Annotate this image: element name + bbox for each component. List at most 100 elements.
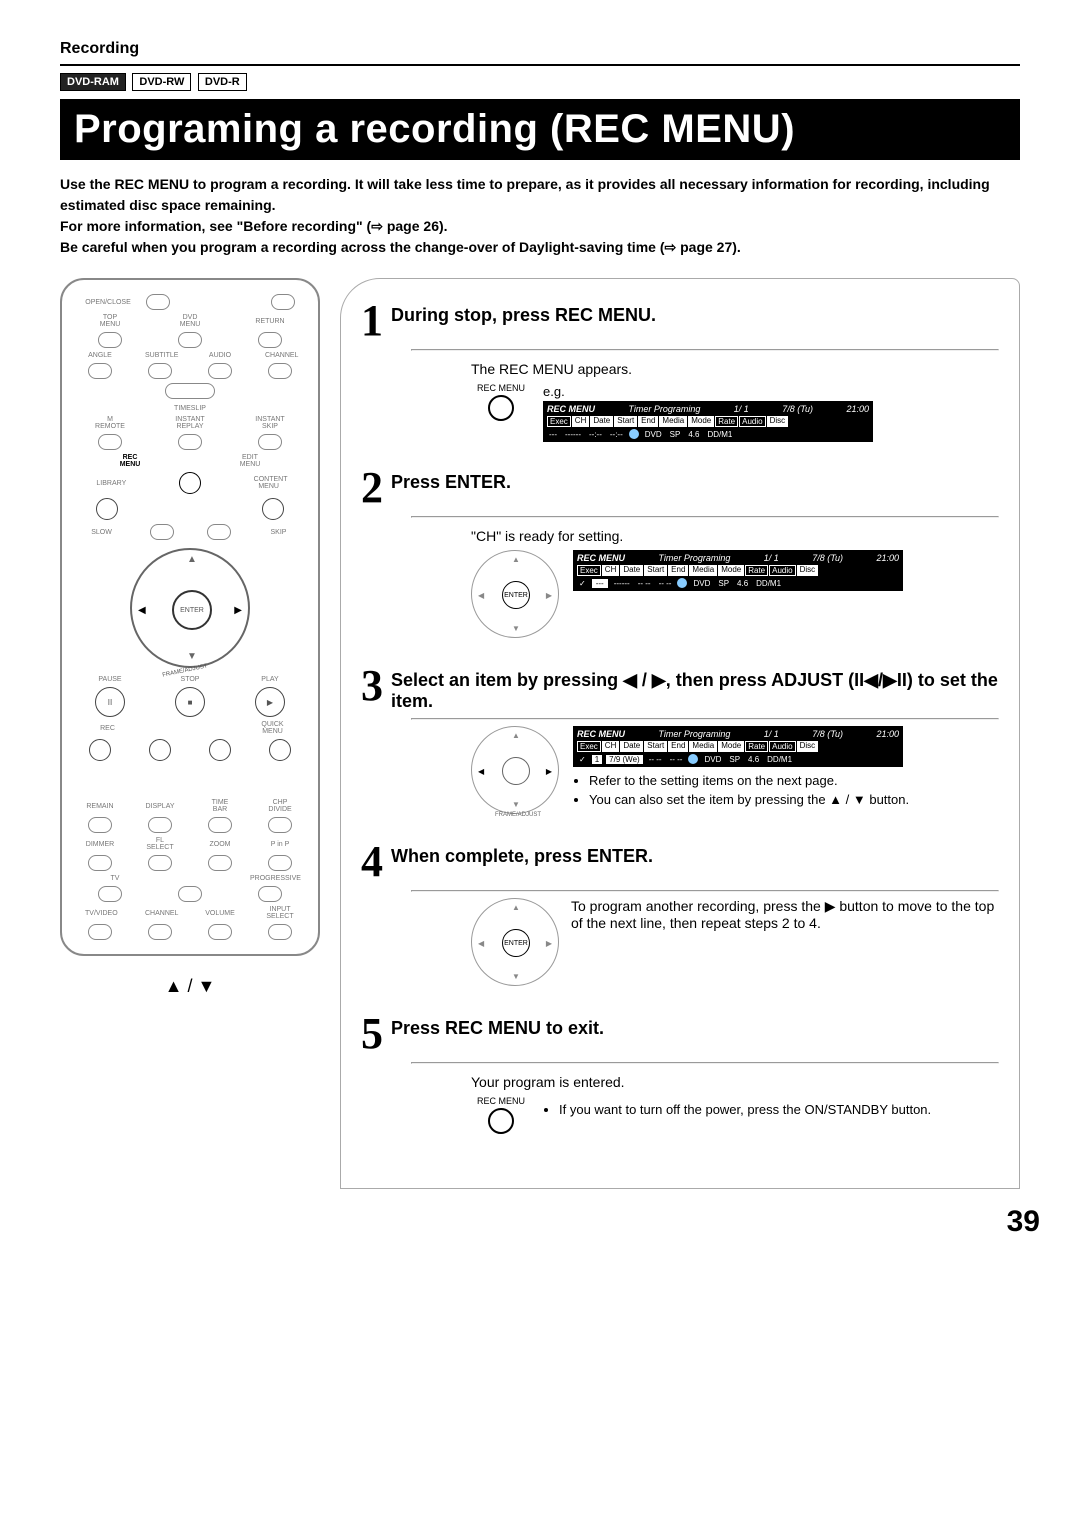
dpad-down-icon: ▼ [512, 800, 520, 809]
remote-label: CHANNEL [265, 352, 295, 359]
col: End [638, 416, 658, 427]
remote-btn [208, 855, 232, 871]
rec-menu-display: REC MENU Timer Programing 1/ 1 7/8 (Tu) … [573, 726, 903, 767]
rmd-date: 7/8 (Tu) [782, 404, 813, 414]
rec-menu-display: REC MENU Timer Programing 1/ 1 7/8 (Tu) … [543, 401, 873, 442]
disc-icon [677, 578, 687, 588]
remote-label: STOP [175, 676, 205, 683]
remote-label: REC [93, 725, 123, 732]
rmd-time: 21:00 [876, 729, 899, 739]
remote-diagram: OPEN/CLOSE TOP MENUDVD MENURETURN ANGLES… [60, 278, 320, 956]
badge-dvdrw: DVD-RW [132, 73, 191, 91]
intro-line1: Use the REC MENU to program a recording.… [60, 176, 990, 213]
rec-menu-button-icon: REC MENU [471, 1096, 531, 1134]
remote-btn [208, 924, 232, 940]
remote-btn [208, 817, 232, 833]
remote-label: TV [100, 875, 130, 882]
cell: ✓ [577, 755, 588, 764]
remote-label: PAUSE [95, 676, 125, 683]
col: CH [602, 565, 620, 576]
step-title: Press ENTER. [391, 472, 511, 493]
col: Audio [769, 741, 795, 752]
remote-label: OPEN/CLOSE [85, 299, 115, 306]
remote-label: ZOOM [205, 841, 235, 848]
col: Disc [767, 416, 789, 427]
rmd-logo: REC MENU [547, 404, 595, 414]
cell: -- -- [636, 579, 653, 588]
remote-btn-play: ▶ [255, 687, 285, 717]
dpad-up-icon: ▲ [512, 903, 520, 912]
remote-label: DIMMER [85, 841, 115, 848]
remote-label: P in P [265, 841, 295, 848]
cell: -- -- [668, 755, 685, 764]
step-title: Select an item by pressing ◀ / ▶, then p… [391, 670, 999, 712]
col: CH [572, 416, 590, 427]
bullet: If you want to turn off the power, press… [559, 1102, 931, 1117]
remote-label: SUBTITLE [145, 352, 175, 359]
section-label: Recording [60, 40, 1020, 58]
dpad-right-icon: ▶ [234, 605, 242, 616]
remote-label: LIBRARY [96, 480, 126, 487]
cell: --:-- [587, 430, 604, 439]
intro-line3b: page 27). [676, 239, 741, 255]
remote-btn [178, 332, 202, 348]
rmd-date: 7/8 (Tu) [812, 553, 843, 563]
cell: DD/M1 [705, 430, 734, 439]
remote-btn [268, 817, 292, 833]
cell: ✓ [577, 579, 588, 588]
cell-highlight: 1 [592, 755, 602, 764]
col: Rate [745, 565, 768, 576]
dpad-up-icon: ▲ [187, 554, 197, 565]
remote-btn [88, 924, 112, 940]
cell: DD/M1 [754, 579, 783, 588]
col: Date [590, 416, 613, 427]
remote-btn [268, 363, 292, 379]
remote-btn [96, 498, 118, 520]
rmd-logo: REC MENU [577, 729, 625, 739]
disc-icon [629, 429, 639, 439]
dpad-left-icon: ◀ [478, 767, 484, 776]
dpad-right-icon: ▶ [546, 591, 552, 600]
disc-icon [688, 754, 698, 764]
step-number: 3 [361, 664, 383, 708]
remote-label: REMAIN [85, 803, 115, 810]
col: Media [689, 565, 717, 576]
remote-btn [148, 817, 172, 833]
page-number: 39 [1007, 1205, 1040, 1239]
remote-btn [98, 332, 122, 348]
dpad-down-icon: ▼ [512, 624, 520, 633]
dpad-left-icon: ◀ [138, 605, 146, 616]
remote-label: SKIP [264, 529, 294, 536]
col: Exec [547, 416, 571, 427]
remote-btn [148, 855, 172, 871]
cell: SP [727, 755, 742, 764]
remote-btn [98, 886, 122, 902]
remote-btn [89, 739, 111, 761]
col: Rate [715, 416, 738, 427]
remote-btn [146, 294, 170, 310]
col: Start [644, 565, 667, 576]
rmd-logo: REC MENU [577, 553, 625, 563]
step5-bullets: If you want to turn off the power, press… [543, 1102, 931, 1121]
remote-label: QUICK MENU [258, 721, 288, 735]
remote-btn [178, 886, 202, 902]
adjust-label: FRAME/ADJUST [495, 812, 541, 818]
col: Start [614, 416, 637, 427]
remote-label: INPUT SELECT [265, 906, 295, 920]
remote-btn [268, 924, 292, 940]
remote-btn [208, 363, 232, 379]
rmd-heading: Timer Programing [628, 404, 700, 414]
step-number: 1 [361, 299, 383, 343]
step-number: 5 [361, 1012, 383, 1056]
col: Disc [797, 741, 819, 752]
step-5: 5 Press REC MENU to exit. Your program i… [361, 1012, 999, 1134]
remote-btn-recmenu-highlight [179, 472, 201, 494]
remote-label-recmenu: REC MENU [115, 454, 145, 468]
step-1: 1 During stop, press REC MENU. The REC M… [361, 299, 999, 442]
col: Date [620, 565, 643, 576]
dpad-icon: ▲ ▼ ◀ ▶ FRAME/ADJUST [471, 726, 561, 816]
col: Exec [577, 565, 601, 576]
remote-btn [88, 855, 112, 871]
enter-center: ENTER [502, 929, 530, 957]
cell: --:-- [608, 430, 625, 439]
